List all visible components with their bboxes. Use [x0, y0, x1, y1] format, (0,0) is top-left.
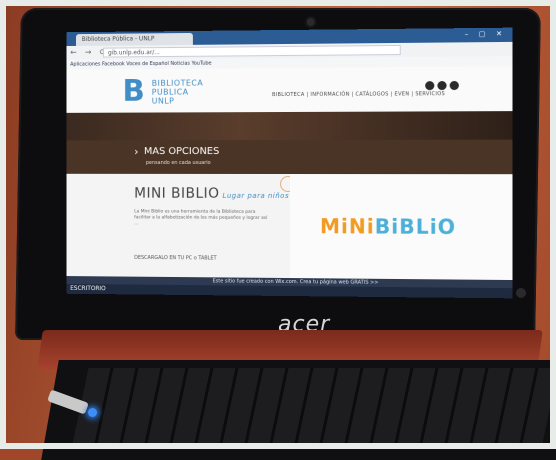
photo-border	[0, 0, 556, 449]
